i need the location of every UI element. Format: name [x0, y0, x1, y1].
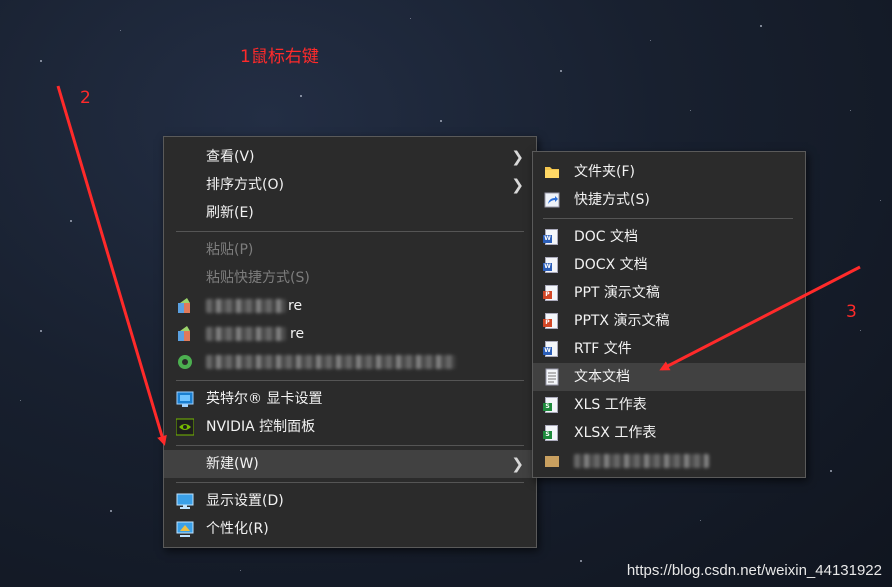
- menu-item-label: re: [288, 298, 303, 314]
- watermark: https://blog.csdn.net/weixin_44131922: [626, 562, 882, 579]
- menu-separator: [176, 445, 524, 446]
- menu-item-personalize[interactable]: 个性化(R): [164, 515, 536, 543]
- submenu-item-shortcut[interactable]: 快捷方式(S): [533, 186, 805, 214]
- submenu-item-ppt[interactable]: P PPT 演示文稿: [533, 279, 805, 307]
- annotation-step1: 1鼠标右键: [240, 47, 319, 67]
- chevron-right-icon: ❯: [511, 176, 524, 194]
- menu-item-label: 显示设置(D): [206, 493, 284, 509]
- personalize-icon: [176, 520, 194, 538]
- menu-item-label: NVIDIA 控制面板: [206, 419, 316, 435]
- submenu-item-text-document[interactable]: 文本文档: [533, 363, 805, 391]
- pptx-icon: P: [543, 312, 561, 330]
- ppt-icon: P: [543, 284, 561, 302]
- submenu-item-folder[interactable]: 文件夹(F): [533, 158, 805, 186]
- nvidia-icon: [175, 418, 195, 436]
- menu-item-paste-shortcut: 粘贴快捷方式(S): [164, 264, 536, 292]
- menu-item-label: 刷新(E): [206, 205, 254, 221]
- menu-item-label: 文件夹(F): [574, 164, 635, 180]
- menu-item-view[interactable]: 查看(V) ❯: [164, 143, 536, 171]
- word-docx-icon: W: [543, 256, 561, 274]
- menu-item-paste: 粘贴(P): [164, 236, 536, 264]
- desktop-context-menu: 查看(V) ❯ 排序方式(O) ❯ 刷新(E) 粘贴(P) 粘贴快捷方式(S) …: [163, 136, 537, 548]
- app-icon: [543, 452, 561, 470]
- annotation-step3: 3: [846, 302, 857, 322]
- submenu-item-rtf[interactable]: W RTF 文件: [533, 335, 805, 363]
- menu-item-obscured-3[interactable]: [164, 348, 536, 376]
- menu-separator: [176, 380, 524, 381]
- menu-item-label: RTF 文件: [574, 341, 632, 357]
- app-icon: [176, 297, 194, 315]
- obscured-label: [206, 299, 286, 313]
- submenu-item-xlsx[interactable]: S XLSX 工作表: [533, 419, 805, 447]
- menu-item-label: PPTX 演示文稿: [574, 313, 670, 329]
- menu-item-label: 粘贴(P): [206, 242, 254, 258]
- submenu-item-obscured[interactable]: [533, 447, 805, 475]
- menu-item-obscured-1[interactable]: re: [164, 292, 536, 320]
- display-icon: [176, 492, 194, 510]
- submenu-item-doc[interactable]: W DOC 文档: [533, 223, 805, 251]
- new-submenu: 文件夹(F) 快捷方式(S) W DOC 文档 W DOCX 文档 P PPT …: [532, 151, 806, 478]
- menu-item-label: 快捷方式(S): [574, 192, 650, 208]
- obscured-label: [574, 454, 709, 468]
- shortcut-icon: [543, 191, 561, 209]
- word-doc-icon: W: [543, 228, 561, 246]
- xls-icon: S: [543, 396, 561, 414]
- chevron-right-icon: ❯: [511, 455, 524, 473]
- menu-item-refresh[interactable]: 刷新(E): [164, 199, 536, 227]
- menu-item-label: 新建(W): [206, 456, 259, 472]
- chevron-right-icon: ❯: [511, 148, 524, 166]
- submenu-item-xls[interactable]: S XLS 工作表: [533, 391, 805, 419]
- menu-separator: [176, 482, 524, 483]
- menu-item-label: DOC 文档: [574, 229, 639, 245]
- menu-item-label: 粘贴快捷方式(S): [206, 270, 310, 286]
- intel-graphics-icon: [176, 390, 194, 408]
- menu-item-label: DOCX 文档: [574, 257, 648, 273]
- menu-item-label: 个性化(R): [206, 521, 269, 537]
- text-doc-icon: [543, 368, 561, 386]
- menu-item-label: 文本文档: [574, 369, 630, 385]
- xlsx-icon: S: [543, 424, 561, 442]
- menu-item-label: 查看(V): [206, 149, 255, 165]
- menu-item-label: re: [290, 326, 305, 342]
- menu-separator: [543, 218, 793, 219]
- menu-item-label: PPT 演示文稿: [574, 285, 660, 301]
- menu-item-intel-graphics[interactable]: 英特尔® 显卡设置: [164, 385, 536, 413]
- menu-item-nvidia[interactable]: NVIDIA 控制面板: [164, 413, 536, 441]
- rtf-icon: W: [543, 340, 561, 358]
- submenu-item-docx[interactable]: W DOCX 文档: [533, 251, 805, 279]
- obscured-label: [206, 355, 456, 369]
- arrow-to-new-menu-item: [56, 85, 167, 446]
- menu-item-obscured-2[interactable]: re: [164, 320, 536, 348]
- app-icon: [176, 325, 194, 343]
- menu-item-sort-by[interactable]: 排序方式(O) ❯: [164, 171, 536, 199]
- menu-item-label: 排序方式(O): [206, 177, 284, 193]
- menu-item-display-settings[interactable]: 显示设置(D): [164, 487, 536, 515]
- menu-item-label: XLS 工作表: [574, 397, 647, 413]
- obscured-label: [206, 327, 286, 341]
- app-icon: [176, 353, 194, 371]
- annotation-step2: 2: [80, 88, 91, 108]
- menu-item-new[interactable]: 新建(W) ❯: [164, 450, 536, 478]
- menu-item-label: 英特尔® 显卡设置: [206, 391, 323, 407]
- menu-separator: [176, 231, 524, 232]
- submenu-item-pptx[interactable]: P PPTX 演示文稿: [533, 307, 805, 335]
- folder-icon: [543, 163, 561, 181]
- menu-item-label: XLSX 工作表: [574, 425, 657, 441]
